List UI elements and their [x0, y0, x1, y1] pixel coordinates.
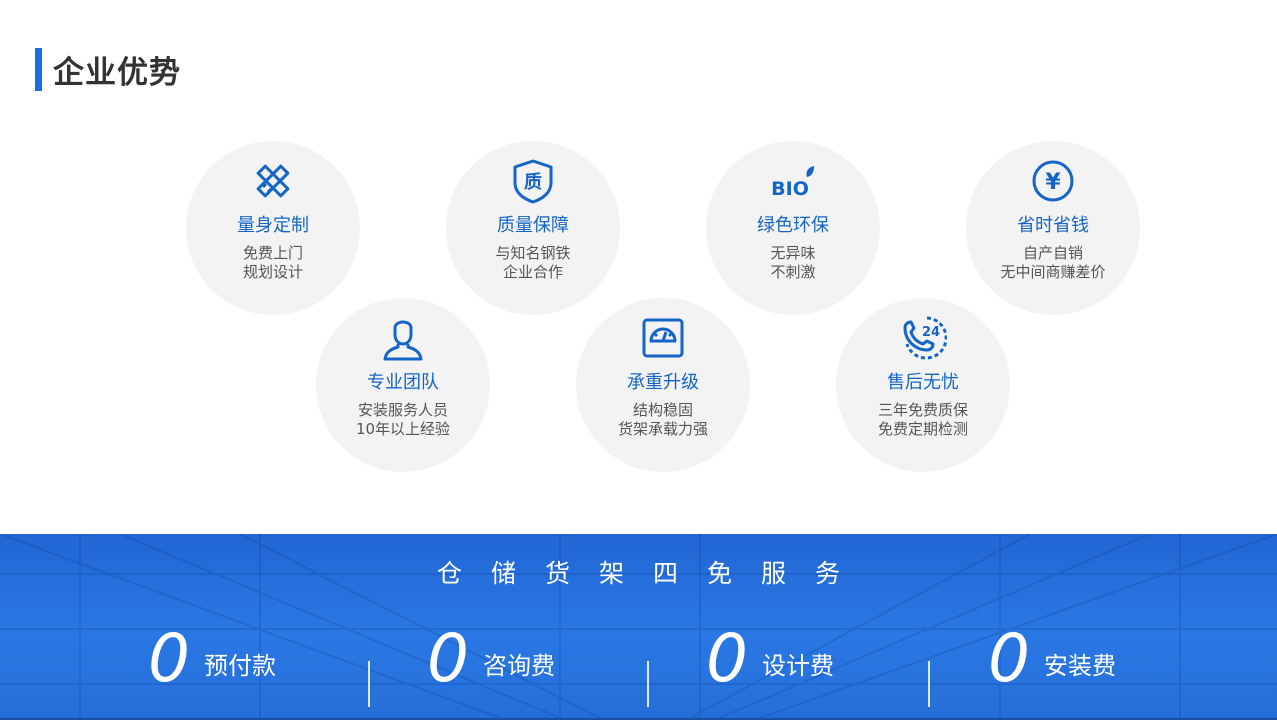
ruler-pencil-icon: [249, 157, 297, 205]
quality-shield-icon: 质: [509, 157, 557, 205]
free-service-banner: 仓储货架四免服务 0 预付款 0 咨询费 0 设计费 0 安装费: [0, 534, 1277, 718]
advantage-title: 绿色环保: [757, 215, 829, 236]
scale-gauge-icon: [639, 314, 687, 362]
title-accent-bar: [35, 48, 42, 91]
banner-divider: [368, 661, 370, 707]
advantage-card-load: 承重升级 结构稳固 货架承载力强: [576, 298, 750, 472]
svg-text:24: 24: [922, 325, 940, 340]
free-item-installation: 0 安装费: [988, 624, 1116, 694]
svg-text:¥: ¥: [1045, 170, 1061, 195]
free-item-label: 咨询费: [483, 651, 555, 680]
bio-leaf-icon: BIO: [769, 157, 817, 205]
advantage-card-team: 专业团队 安装服务人员 10年以上经验: [316, 298, 490, 472]
free-item-number: 0: [706, 620, 748, 697]
advantage-desc: 与知名钢铁 企业合作: [495, 244, 571, 281]
banner-divider: [928, 661, 930, 707]
advantage-title: 专业团队: [367, 372, 439, 393]
advantage-desc: 自产自销 无中间商赚差价: [1000, 244, 1106, 281]
advantage-desc: 结构稳固 货架承载力强: [617, 401, 708, 438]
phone-24h-icon: 24: [899, 314, 948, 362]
advantage-card-aftersale: 24 售后无忧 三年免费质保 免费定期检测: [836, 298, 1010, 472]
free-item-label: 预付款: [204, 651, 276, 680]
advantage-title: 售后无忧: [887, 372, 959, 393]
section-title: 企业优势: [35, 48, 181, 91]
free-item-consulting: 0 咨询费: [427, 624, 555, 694]
page-title: 企业优势: [53, 55, 181, 91]
advantage-card-eco: BIO 绿色环保 无异味 不刺激: [706, 141, 880, 315]
advantage-desc: 免费上门 规划设计: [242, 244, 303, 281]
advantage-desc: 安装服务人员 10年以上经验: [355, 401, 451, 438]
yuan-coin-icon: ¥: [1029, 157, 1077, 205]
free-item-number: 0: [427, 620, 469, 697]
advantage-title: 省时省钱: [1017, 215, 1089, 236]
advantage-card-saving: ¥ 省时省钱 自产自销 无中间商赚差价: [966, 141, 1140, 315]
advantage-desc: 三年免费质保 免费定期检测: [877, 401, 968, 438]
advantage-card-quality: 质 质量保障 与知名钢铁 企业合作: [446, 141, 620, 315]
person-icon: [379, 314, 427, 362]
advantage-card-custom: 量身定制 免费上门 规划设计: [186, 141, 360, 315]
free-item-label: 设计费: [762, 651, 834, 680]
svg-text:质: 质: [524, 172, 542, 193]
advantage-desc: 无异味 不刺激: [770, 244, 816, 281]
free-item-label: 安装费: [1044, 651, 1116, 680]
free-item-number: 0: [988, 620, 1030, 697]
svg-text:BIO: BIO: [771, 178, 809, 200]
advantage-title: 承重升级: [627, 372, 699, 393]
free-item-number: 0: [148, 620, 190, 697]
banner-divider: [647, 661, 649, 707]
advantage-title: 量身定制: [237, 215, 309, 236]
advantage-title: 质量保障: [497, 215, 569, 236]
banner-heading: 仓储货架四免服务: [436, 559, 869, 588]
free-item-design: 0 设计费: [706, 624, 834, 694]
free-item-prepayment: 0 预付款: [148, 624, 276, 694]
